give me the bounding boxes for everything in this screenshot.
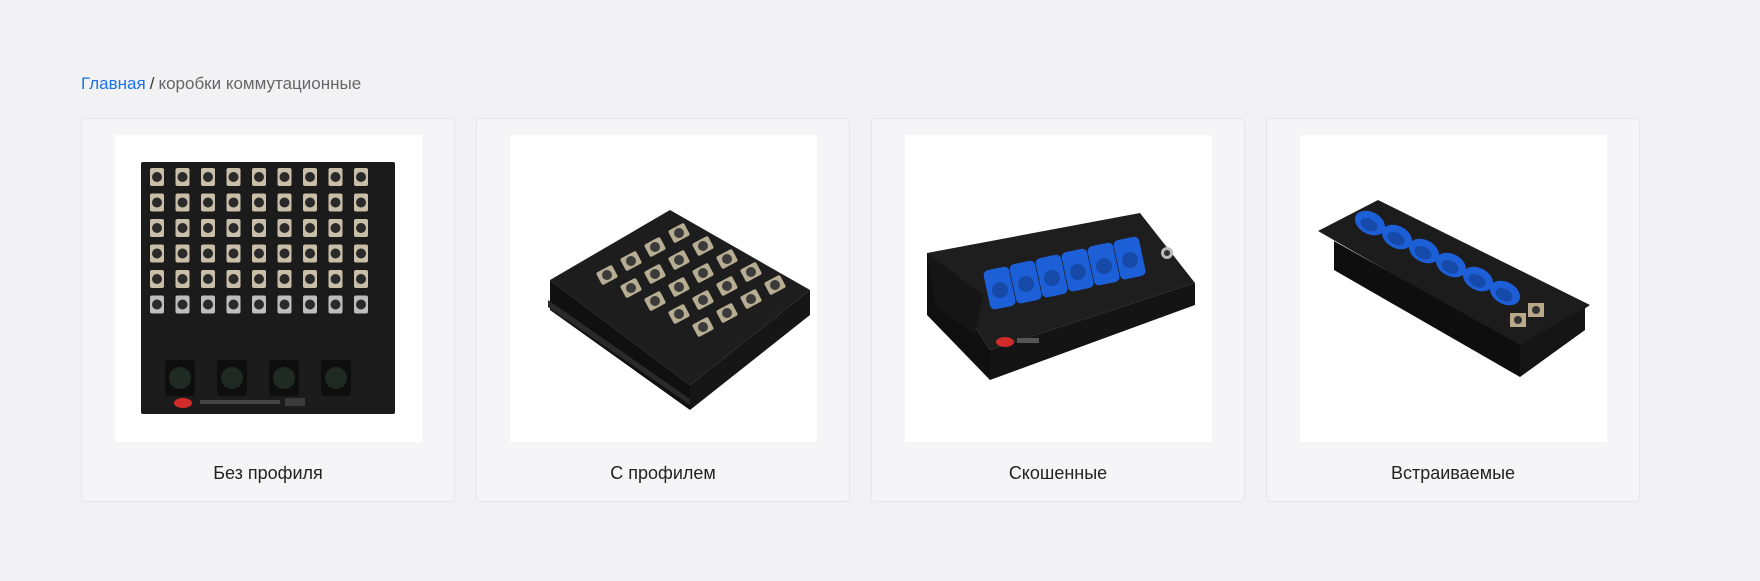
recessed-box-image (1299, 135, 1607, 442)
angled-box-image (904, 135, 1212, 442)
category-grid: Без профиля С профилем Скошенные Встраив… (81, 118, 1640, 502)
breadcrumb-home-link[interactable]: Главная (81, 74, 146, 93)
breadcrumb-current: коробки коммутационные (158, 74, 362, 93)
flat-panel-box-image (114, 135, 422, 442)
breadcrumb: Главная / коробки коммутационные (81, 74, 361, 94)
profile-box-image (509, 135, 817, 442)
category-label: Скошенные (1008, 463, 1108, 483)
breadcrumb-separator: / (149, 74, 155, 93)
category-card-profile[interactable]: С профилем (476, 118, 850, 502)
category-card-recessed[interactable]: Встраиваемые (1266, 118, 1640, 502)
category-card-flat[interactable]: Без профиля (81, 118, 455, 502)
category-label: Встраиваемые (1390, 463, 1516, 483)
category-card-angled[interactable]: Скошенные (871, 118, 1245, 502)
category-label: С профилем (610, 463, 716, 483)
category-label: Без профиля (213, 463, 323, 483)
